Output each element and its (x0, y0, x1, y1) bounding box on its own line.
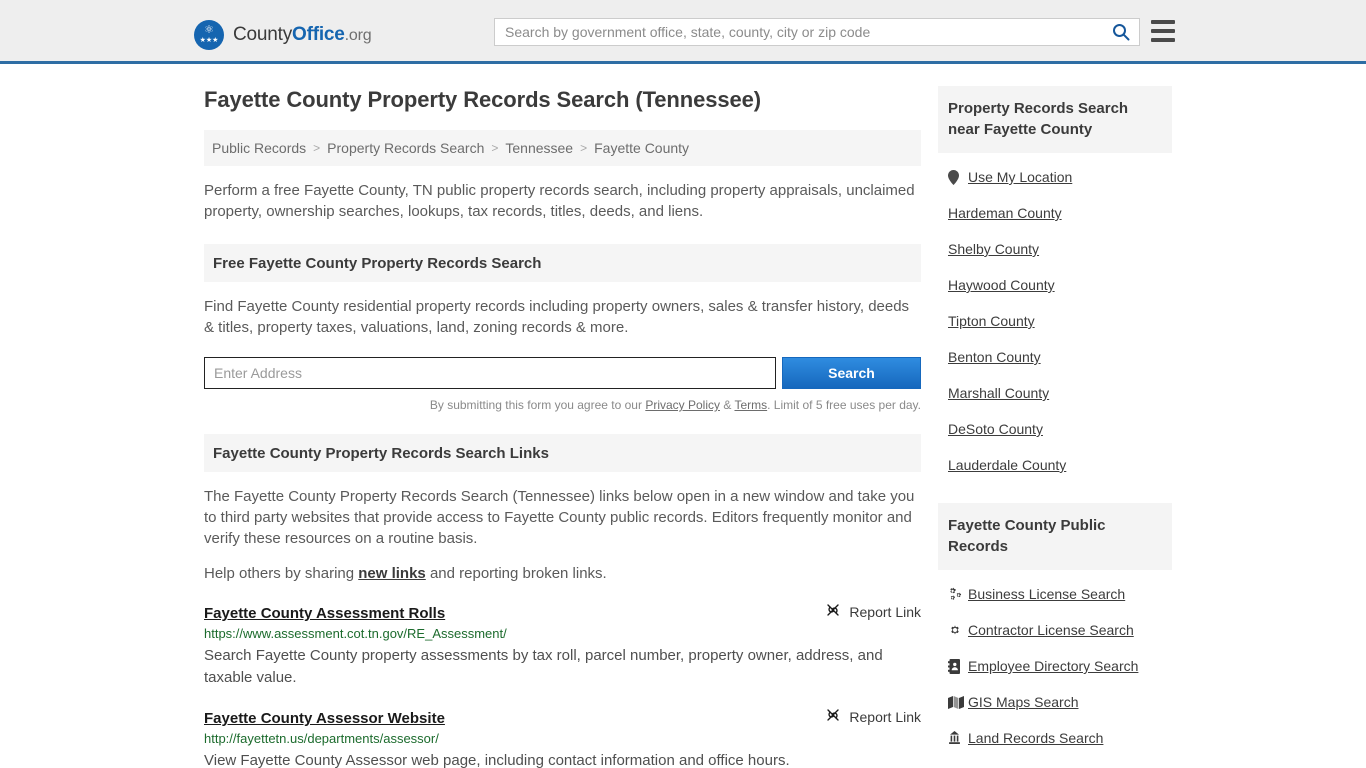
sidebar: Property Records Search near Fayette Cou… (938, 86, 1172, 766)
sidebar-item-tipton-county[interactable]: Tipton County (938, 303, 1172, 339)
main-content-column: Fayette County Property Records Search (… (204, 86, 921, 768)
nearby-search-panel: Property Records Search near Fayette Cou… (938, 86, 1172, 483)
privacy-policy-link[interactable]: Privacy Policy (645, 398, 720, 412)
sidebar-item-marshall-county[interactable]: Marshall County (938, 375, 1172, 411)
result-item: Fayette County Assessment Rolls Report L… (204, 602, 921, 689)
sidebar-link[interactable]: Use My Location (968, 169, 1072, 185)
brand-part-two: Office (292, 24, 345, 45)
sidebar-item-use-my-location[interactable]: Use My Location (938, 159, 1172, 195)
address-search-form: Search (204, 357, 921, 389)
sidebar-link[interactable]: Lauderdale County (948, 457, 1066, 473)
sidebar-link[interactable]: Shelby County (948, 241, 1039, 257)
broken-link-icon (825, 707, 841, 726)
sidebar-item-land-records-search[interactable]: Land Records Search (938, 720, 1172, 756)
cog-icon (948, 623, 968, 637)
sidebar-link[interactable]: GIS Maps Search (968, 694, 1079, 710)
sidebar-item-shelby-county[interactable]: Shelby County (938, 231, 1172, 267)
sidebar-link[interactable]: Contractor License Search (968, 622, 1134, 638)
sidebar-link[interactable]: Benton County (948, 349, 1041, 365)
broken-link-icon (825, 602, 841, 621)
sidebar-link[interactable]: DeSoto County (948, 421, 1043, 437)
public-records-panel: Fayette County Public Records Business L… (938, 503, 1172, 756)
links-section-paragraph: The Fayette County Property Records Sear… (204, 488, 915, 547)
sidebar-item-desoto-county[interactable]: DeSoto County (938, 411, 1172, 447)
address-search-button[interactable]: Search (781, 357, 921, 389)
breadcrumb-item-fayette-county[interactable]: Fayette County (594, 140, 689, 156)
report-link-button[interactable]: Report Link (811, 602, 921, 621)
site-logo[interactable]: ⚛ ★★★ CountyOffice.org (194, 20, 372, 50)
hamburger-menu-icon[interactable] (1151, 20, 1175, 42)
sidebar-item-hardeman-county[interactable]: Hardeman County (938, 195, 1172, 231)
sidebar-item-gis-maps-search[interactable]: GIS Maps Search (938, 684, 1172, 720)
breadcrumb-separator-icon: > (313, 141, 321, 155)
sidebar-item-lauderdale-county[interactable]: Lauderdale County (938, 447, 1172, 483)
result-url: http://fayettetn.us/departments/assessor… (204, 731, 439, 746)
sidebar-link[interactable]: Marshall County (948, 385, 1049, 401)
sidebar-item-benton-county[interactable]: Benton County (938, 339, 1172, 375)
form-legal-text: By submitting this form you agree to our… (204, 398, 921, 412)
sidebar-link[interactable]: Hardeman County (948, 205, 1062, 221)
page-title: Fayette County Property Records Search (… (204, 87, 761, 112)
free-search-description: Find Fayette County residential property… (204, 298, 910, 336)
eagle-seal-logo-icon: ⚛ ★★★ (194, 20, 224, 50)
legal-prefix: By submitting this form you agree to our (429, 398, 646, 412)
free-search-heading: Free Fayette County Property Records Sea… (204, 244, 921, 282)
brand-part-one: County (233, 24, 293, 45)
help-prefix: Help others by sharing (204, 565, 359, 582)
intro-paragraph: Perform a free Fayette County, TN public… (204, 182, 915, 220)
nearby-search-panel-heading: Property Records Search near Fayette Cou… (938, 86, 1172, 153)
breadcrumb-separator-icon: > (580, 141, 588, 155)
result-url: https://www.assessment.cot.tn.gov/RE_Ass… (204, 626, 507, 641)
landmark-icon (948, 731, 968, 745)
page-body: Fayette County Property Records Search (… (0, 64, 1366, 768)
breadcrumb-separator-icon: > (491, 141, 499, 155)
sidebar-link[interactable]: Land Records Search (968, 730, 1103, 746)
brand-part-three: .org (344, 27, 372, 44)
legal-suffix: . Limit of 5 free uses per day. (767, 398, 921, 412)
help-suffix: and reporting broken links. (425, 565, 607, 582)
breadcrumb: Public Records > Property Records Search… (204, 130, 921, 166)
report-link-label: Report Link (849, 708, 921, 725)
map-icon (948, 695, 968, 709)
sidebar-link[interactable]: Business License Search (968, 586, 1125, 602)
breadcrumb-item-property-records-search[interactable]: Property Records Search (327, 140, 484, 156)
help-others-line: Help others by sharing new links and rep… (204, 563, 921, 584)
address-book-icon (948, 658, 968, 674)
sidebar-item-business-license-search[interactable]: Business License Search (938, 576, 1172, 612)
nearby-county-list: Use My Location Hardeman County Shelby C… (938, 153, 1172, 483)
links-section-heading: Fayette County Property Records Search L… (204, 434, 921, 472)
global-search-input[interactable] (495, 19, 1103, 45)
legal-amp: & (720, 398, 735, 412)
result-title-link[interactable]: Fayette County Assessor Website (204, 710, 445, 727)
result-description: Search Fayette County property assessmen… (204, 647, 883, 686)
public-records-panel-heading: Fayette County Public Records (938, 503, 1172, 570)
sidebar-link[interactable]: Tipton County (948, 313, 1035, 329)
report-link-label: Report Link (849, 603, 921, 620)
report-link-button[interactable]: Report Link (811, 707, 921, 726)
sidebar-link[interactable]: Haywood County (948, 277, 1055, 293)
global-search-box[interactable] (494, 18, 1140, 46)
breadcrumb-item-public-records[interactable]: Public Records (212, 140, 306, 156)
sidebar-link[interactable]: Employee Directory Search (968, 658, 1138, 674)
sidebar-item-haywood-county[interactable]: Haywood County (938, 267, 1172, 303)
new-links-link[interactable]: new links (358, 565, 426, 582)
site-header: ⚛ ★★★ CountyOffice.org (0, 0, 1366, 64)
public-records-list: Business License Search Contractor Licen… (938, 570, 1172, 756)
sidebar-item-contractor-license-search[interactable]: Contractor License Search (938, 612, 1172, 648)
result-description: View Fayette County Assessor web page, i… (204, 752, 790, 768)
search-icon[interactable] (1103, 19, 1139, 45)
map-pin-icon (948, 169, 968, 185)
terms-link[interactable]: Terms (734, 398, 767, 412)
breadcrumb-item-tennessee[interactable]: Tennessee (505, 140, 573, 156)
address-input[interactable] (204, 357, 776, 389)
cogs-icon (948, 587, 968, 601)
result-item: Fayette County Assessor Website Report L… (204, 707, 921, 768)
result-title-link[interactable]: Fayette County Assessment Rolls (204, 605, 445, 622)
sidebar-item-employee-directory-search[interactable]: Employee Directory Search (938, 648, 1172, 684)
